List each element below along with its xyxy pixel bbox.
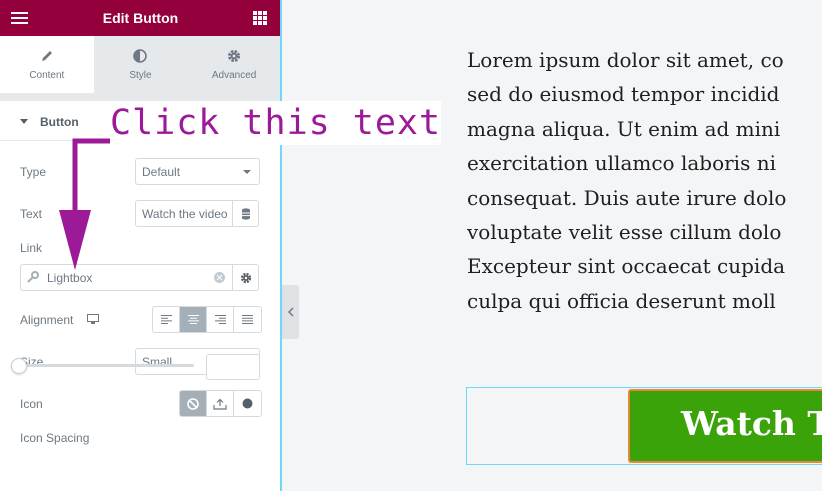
icon-spacing-input[interactable]: [206, 354, 260, 380]
type-select[interactable]: Default: [135, 158, 260, 185]
caret-down-icon: [20, 119, 28, 124]
icon-upload-button[interactable]: [207, 391, 234, 416]
icon-none-button[interactable]: [180, 391, 207, 416]
align-justify-button[interactable]: [234, 307, 261, 332]
contrast-icon: [133, 49, 148, 63]
align-right-icon: [214, 315, 226, 324]
align-center-button[interactable]: [180, 307, 207, 332]
icon-spacing-slider[interactable]: [20, 364, 194, 367]
link-label: Link: [20, 241, 43, 255]
chevron-down-icon: [243, 170, 251, 174]
paragraph-line: Excepteur sint occaecat cupida: [467, 254, 786, 279]
hamburger-menu-icon[interactable]: [11, 12, 28, 24]
tab-content[interactable]: Content: [0, 36, 94, 93]
icon-library-button[interactable]: [234, 391, 261, 416]
align-right-button[interactable]: [207, 307, 234, 332]
watch-video-button[interactable]: Watch Th: [628, 389, 822, 463]
editor-panel: Edit Button Content Style Advanced Butto…: [0, 0, 281, 491]
panel-title: Edit Button: [102, 10, 179, 26]
text-input[interactable]: Watch the video: [135, 200, 233, 227]
icon-label: Icon: [20, 397, 43, 411]
dynamic-tags-button[interactable]: [232, 200, 259, 227]
widgets-grid-icon[interactable]: [253, 11, 267, 25]
align-center-icon: [187, 315, 199, 324]
align-justify-icon: [242, 315, 253, 324]
panel-divider: [280, 0, 282, 491]
align-left-icon: [160, 315, 172, 324]
link-input[interactable]: Lightbox: [20, 264, 233, 291]
paragraph-line: voluptate velit esse cillum dolo: [467, 219, 782, 244]
preview-paragraph: Lorem ipsum dolor sit amet, co sed do ei…: [467, 43, 822, 318]
upload-icon: [213, 398, 227, 410]
tab-content-label: Content: [29, 70, 65, 81]
tab-style-label: Style: [129, 70, 152, 81]
panel-header: Edit Button: [0, 0, 281, 36]
controls-section: Button Type Default Text Watch the video…: [0, 101, 281, 491]
alignment-label: Alignment: [20, 313, 74, 327]
paragraph-line: exercitation ullamco laboris ni: [467, 151, 776, 176]
type-label: Type: [20, 165, 47, 179]
section-title: Button: [40, 115, 79, 129]
paragraph-line: sed do eiusmod tempor incidid: [467, 82, 780, 107]
wrench-icon: [27, 271, 39, 283]
database-icon: [241, 207, 250, 220]
slider-handle[interactable]: [11, 358, 27, 374]
paragraph-line: consequat. Duis aute irure dolo: [467, 185, 787, 210]
gear-icon: [240, 272, 251, 283]
tab-advanced-label: Advanced: [211, 70, 257, 81]
icon-choice-buttons: [179, 390, 262, 417]
tab-style[interactable]: Style: [94, 36, 188, 93]
paragraph-line: Lorem ipsum dolor sit amet, co: [467, 48, 784, 72]
icon-spacing-label: Icon Spacing: [20, 431, 90, 445]
align-left-button[interactable]: [153, 307, 180, 332]
ban-icon: [187, 397, 199, 410]
clear-icon[interactable]: [214, 272, 225, 283]
pencil-icon: [41, 51, 52, 61]
alignment-buttons: [152, 306, 262, 333]
panel-tabs: Content Style Advanced: [0, 36, 281, 93]
annotation-label: Click this text: [110, 101, 442, 145]
paragraph-line: magna aliqua. Ut enim ad mini: [467, 116, 781, 141]
circle-icon: [242, 398, 253, 409]
chevron-left-icon: [287, 307, 294, 317]
collapse-panel-button[interactable]: [282, 285, 299, 339]
type-select-value: Default: [142, 165, 181, 179]
link-value: Lightbox: [47, 271, 93, 285]
link-settings-button[interactable]: [232, 264, 259, 291]
paragraph-line: culpa qui officia deserunt moll: [467, 288, 776, 313]
desktop-icon[interactable]: [87, 314, 99, 325]
gear-icon: [228, 50, 241, 62]
tab-advanced[interactable]: Advanced: [187, 36, 281, 93]
text-label: Text: [20, 207, 43, 221]
